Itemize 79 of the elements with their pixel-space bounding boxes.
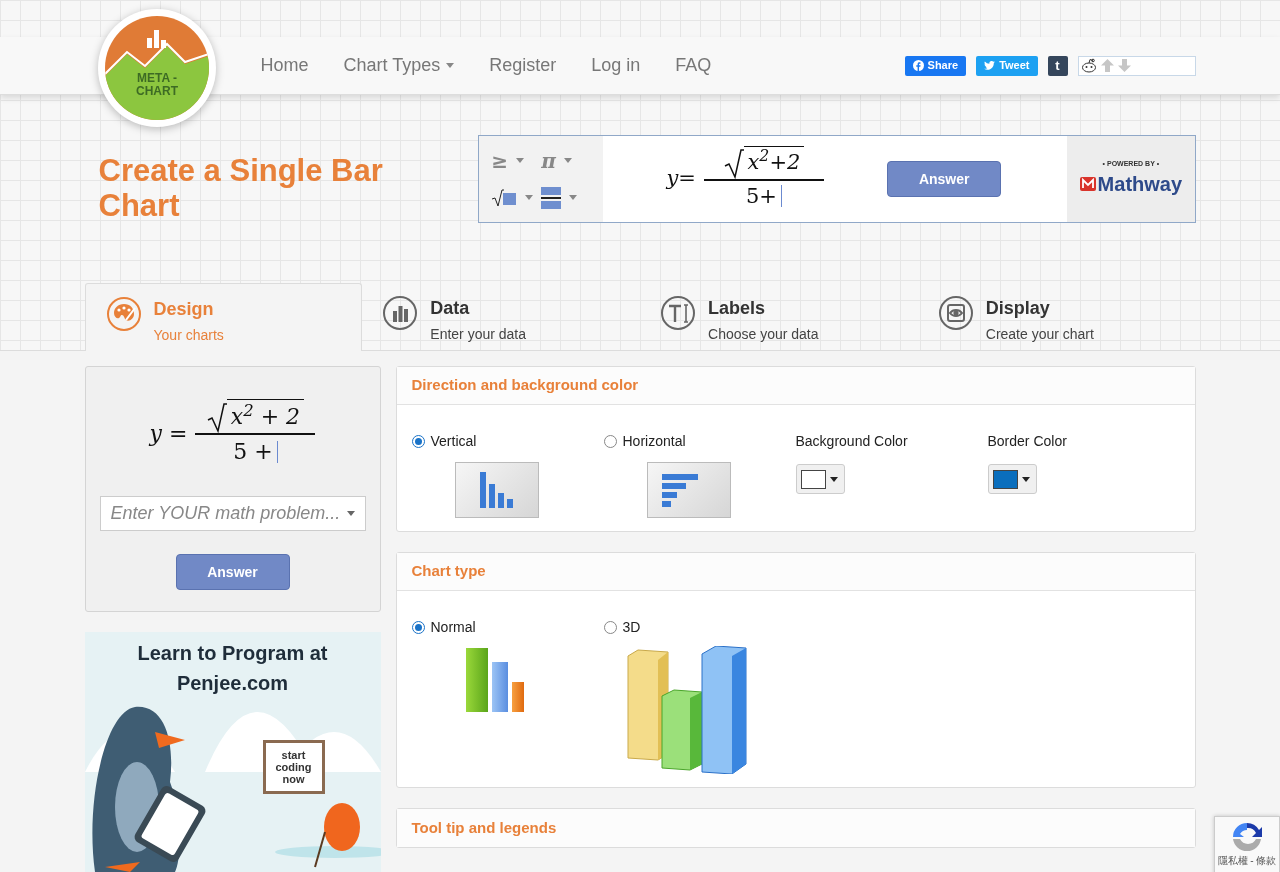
radio-button[interactable] xyxy=(411,435,425,448)
vertical-bars-thumbnail[interactable] xyxy=(454,462,539,518)
tab-subtitle: Your charts xyxy=(153,326,224,345)
bird-icon xyxy=(984,61,996,70)
horizontal-bars-thumbnail[interactable] xyxy=(646,462,731,518)
option-label[interactable]: Normal xyxy=(430,617,476,638)
formula-text: 5 + xyxy=(233,438,273,466)
nav-link[interactable]: Register xyxy=(489,52,557,79)
ad-heading: Penjee.com xyxy=(176,671,289,696)
radio-button[interactable] xyxy=(411,621,425,634)
tab-subtitle: Enter your data xyxy=(430,325,527,344)
formula-text: y = xyxy=(149,420,188,448)
answer-button[interactable]: Answer xyxy=(887,161,1002,197)
tumblr-button[interactable]: t xyxy=(1047,55,1068,76)
answer-button[interactable]: Answer xyxy=(175,554,290,590)
text-cursor-icon xyxy=(660,295,697,331)
symbol-dropdown[interactable]: π xyxy=(541,145,594,176)
color-label: Border Color xyxy=(987,432,1068,451)
math-symbol: ≥ xyxy=(491,147,508,175)
tab-subtitle: Create your chart xyxy=(985,325,1094,344)
share-button[interactable]: Share xyxy=(904,55,967,76)
brand-name: Mathway xyxy=(1097,172,1183,198)
formula-text: y= xyxy=(666,165,696,193)
math-symbol: π xyxy=(541,147,556,175)
nav-link[interactable]: FAQ xyxy=(675,52,712,79)
tab-title: Data xyxy=(430,297,471,320)
formula-text: x$^{2}$+2 xyxy=(743,146,805,179)
logo-text: CHART xyxy=(136,85,178,98)
section-title[interactable]: Chart type xyxy=(411,560,486,583)
text-cursor xyxy=(780,185,782,208)
logo[interactable]: META - CHART xyxy=(98,9,216,127)
3d-bar-chart-thumbnail[interactable] xyxy=(625,646,748,774)
logo-text: META - xyxy=(137,72,177,85)
option-label[interactable]: 3D xyxy=(622,617,641,638)
tab-subtitle: Choose your data xyxy=(708,325,819,344)
color-picker[interactable] xyxy=(795,464,845,494)
ad-heading: Learn to Program at xyxy=(137,641,328,666)
math-input-field[interactable]: Enter YOUR math problem... xyxy=(99,496,366,531)
caret-icon xyxy=(569,195,578,200)
recaptcha-icon xyxy=(1231,821,1263,853)
caret-icon xyxy=(1021,476,1030,482)
caret-icon xyxy=(515,158,524,163)
caret-icon xyxy=(525,195,534,200)
eye-icon xyxy=(937,295,974,331)
text-cursor xyxy=(276,440,278,463)
step-tab[interactable]: Design Your charts xyxy=(84,283,363,351)
bar-chart-icon xyxy=(382,295,419,331)
nav-link[interactable]: Log in xyxy=(591,52,641,79)
tab-title: Design xyxy=(153,298,215,321)
square-root-icon xyxy=(491,188,518,207)
radio-button[interactable] xyxy=(603,435,617,448)
nav-link[interactable]: Home xyxy=(260,52,309,79)
page-title: Create a Single Bar Chart xyxy=(97,152,384,223)
step-tab[interactable]: Data Enter your data xyxy=(362,283,641,350)
caret-icon xyxy=(346,511,355,516)
recaptcha-links[interactable]: 隱私權 - 條款 xyxy=(1217,853,1277,868)
sign-text: start coding now xyxy=(262,740,325,794)
palette-icon xyxy=(105,296,142,332)
color-label: Background Color xyxy=(795,432,909,451)
caret-icon xyxy=(563,158,572,163)
section-title[interactable]: Tool tip and legends xyxy=(411,816,557,840)
fraction-icon xyxy=(541,186,562,209)
step-tab[interactable]: Labels Choose your data xyxy=(640,283,918,350)
option-label[interactable]: Horizontal xyxy=(622,431,686,452)
option-label[interactable]: Vertical xyxy=(430,431,477,452)
mathway-logo-icon xyxy=(1079,177,1096,192)
tweet-button[interactable]: Tweet xyxy=(976,55,1038,76)
nav-link[interactable]: Chart Types xyxy=(343,52,455,79)
formula-text: 5+ xyxy=(745,182,777,210)
step-tab[interactable]: Display Create your chart xyxy=(917,283,1196,350)
alien-icon xyxy=(1080,58,1097,73)
facebook-icon xyxy=(912,60,924,71)
color-picker[interactable] xyxy=(987,464,1037,494)
caret-icon xyxy=(446,63,455,68)
section-title[interactable]: Direction and background color xyxy=(411,374,639,397)
tab-title: Display xyxy=(985,297,1051,320)
radio-button[interactable] xyxy=(603,621,617,634)
tab-title: Labels xyxy=(708,297,767,320)
caret-icon xyxy=(829,476,838,482)
